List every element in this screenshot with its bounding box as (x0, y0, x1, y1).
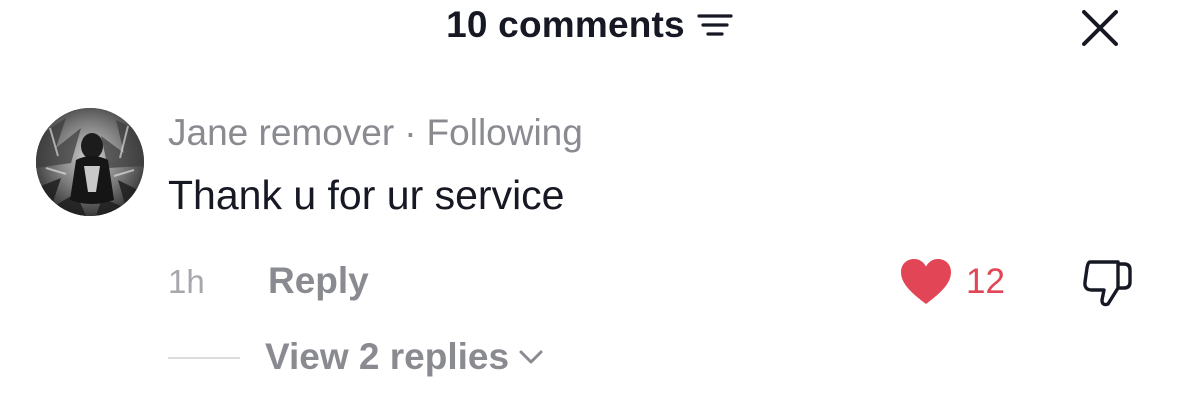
filter-icon[interactable] (697, 12, 733, 38)
heart-icon (901, 259, 951, 304)
like-button[interactable]: 12 (900, 258, 1005, 306)
meta-separator: · (404, 112, 417, 153)
reply-button[interactable]: Reply (268, 260, 369, 302)
avatar[interactable] (36, 108, 144, 216)
like-count: 12 (966, 262, 1005, 301)
comment-text: Thank u for ur service (168, 172, 565, 218)
following-label: Following (426, 112, 583, 153)
dislike-icon[interactable] (1080, 258, 1134, 308)
author-name[interactable]: Jane remover (168, 112, 394, 153)
comment-meta: Jane remover · Following (168, 112, 583, 154)
comments-panel: 10 comments Jane remover · Following Tha… (0, 0, 1179, 407)
comments-header: 10 comments (0, 4, 1179, 46)
view-replies-label: View 2 replies (265, 336, 510, 377)
replies-divider (168, 357, 240, 359)
comments-count-title: 10 comments (446, 4, 685, 45)
comment-timestamp: 1h (168, 263, 205, 300)
view-replies-button[interactable]: View 2 replies (265, 336, 545, 378)
close-icon[interactable] (1080, 8, 1120, 48)
chevron-down-icon (519, 350, 543, 364)
